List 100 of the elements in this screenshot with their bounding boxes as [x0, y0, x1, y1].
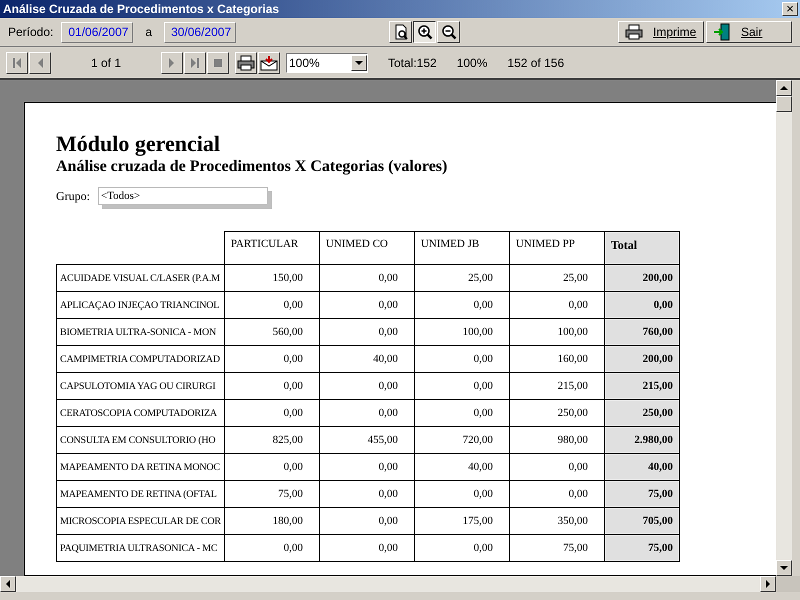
table-cell: 0,00 [319, 534, 414, 562]
printer-icon [237, 54, 255, 70]
procedure-cell: ACUIDADE VISUAL C/LASER (P.A.M [56, 264, 224, 292]
procedure-cell: CERATOSCOPIA COMPUTADORIZA [56, 400, 224, 426]
page-view-button[interactable] [389, 21, 412, 43]
procedure-cell: MAPEAMENTO DE RETINA (OFTAL [56, 480, 224, 508]
table-cell: 760,00 [604, 318, 680, 346]
column-header: UNIMED PP [509, 232, 604, 264]
close-button[interactable]: × [782, 2, 798, 16]
procedure-cell: MICROSCOPIA ESPECULAR DE COR [56, 508, 224, 534]
scroll-left-button[interactable] [0, 576, 16, 592]
report-title: Módulo gerencial [56, 131, 221, 157]
progress-count: 152 of 156 [507, 56, 564, 70]
table-cell: 0,00 [319, 372, 414, 400]
separator-label: a [145, 25, 152, 39]
zoom-in-icon [416, 24, 433, 40]
column-header: UNIMED CO [319, 232, 414, 264]
table-cell: 350,00 [509, 508, 604, 534]
print-button[interactable]: Imprime [618, 21, 704, 43]
stop-icon [213, 58, 223, 68]
left-arrow-icon [6, 580, 10, 588]
table-cell: 2.980,00 [604, 426, 680, 454]
table-cell: 40,00 [414, 454, 510, 480]
period-label: Período: [8, 25, 54, 39]
printer-icon [625, 24, 643, 40]
scroll-thumb[interactable] [776, 96, 792, 112]
table-cell: 720,00 [414, 426, 510, 454]
table-cell: 0,00 [319, 508, 414, 534]
column-header: UNIMED JB [414, 232, 510, 264]
table-cell: 0,00 [224, 400, 320, 426]
table-cell: 455,00 [319, 426, 414, 454]
table-cell: 75,00 [224, 480, 320, 508]
table-cell: 0,00 [604, 292, 680, 318]
table-cell: 100,00 [414, 318, 510, 346]
table-cell: 0,00 [414, 292, 510, 318]
table-cell: 0,00 [224, 534, 320, 562]
table-cell: 175,00 [414, 508, 510, 534]
table-cell: 825,00 [224, 426, 320, 454]
table-cell: 0,00 [319, 264, 414, 292]
procedure-cell: CAMPIMETRIA COMPUTADORIZAD [56, 346, 224, 372]
table-cell: 0,00 [509, 454, 604, 480]
zoom-out-button[interactable] [437, 21, 460, 43]
scrollbar-corner [776, 576, 800, 592]
table-cell: 0,00 [414, 480, 510, 508]
table-cell: 250,00 [604, 400, 680, 426]
scroll-right-button[interactable] [760, 576, 776, 592]
column-header: PARTICULAR [224, 232, 320, 264]
next-icon [168, 56, 176, 68]
date-to-field[interactable]: 30/06/2007 [164, 22, 236, 42]
export-button[interactable] [258, 52, 280, 74]
window-title: Análise Cruzada de Procedimentos x Categorias [3, 2, 280, 16]
envelope-arrow-icon [260, 54, 278, 70]
table-cell: 200,00 [604, 346, 680, 372]
table-cell: 0,00 [319, 454, 414, 480]
table-cell: 215,00 [509, 372, 604, 400]
table-cell: 560,00 [224, 318, 320, 346]
table-cell: 0,00 [509, 292, 604, 318]
table-cell: 0,00 [224, 454, 320, 480]
procedure-cell: PAQUIMETRIA ULTRASONICA - MC [56, 534, 224, 562]
table-cell: 705,00 [604, 508, 680, 534]
zoom-dropdown[interactable]: 100% [286, 52, 368, 72]
zoom-in-button[interactable] [413, 21, 436, 43]
table-cell: 75,00 [604, 480, 680, 508]
table-cell: 40,00 [604, 454, 680, 480]
table-cell: 0,00 [319, 292, 414, 318]
table-cell: 180,00 [224, 508, 320, 534]
table-cell: 0,00 [414, 534, 510, 562]
exit-button[interactable]: Sair [706, 21, 792, 43]
horizontal-scrollbar[interactable] [0, 576, 776, 592]
previous-icon [36, 56, 44, 68]
table-cell: 150,00 [224, 264, 320, 292]
table-cell: 0,00 [224, 346, 320, 372]
up-arrow-icon [780, 86, 788, 90]
table-cell: 0,00 [414, 400, 510, 426]
table-cell: 0,00 [224, 292, 320, 318]
table-cell: 0,00 [319, 480, 414, 508]
table-cell: 160,00 [509, 346, 604, 372]
page-counter: 1 of 1 [90, 56, 122, 70]
right-arrow-icon [766, 580, 770, 588]
scroll-up-button[interactable] [776, 80, 792, 96]
table-cell: 0,00 [414, 346, 510, 372]
procedure-cell: CAPSULOTOMIA YAG OU CIRURGI [56, 372, 224, 400]
group-label: Grupo: [56, 188, 90, 204]
procedure-cell: CONSULTA EM CONSULTORIO (HO [56, 426, 224, 454]
first-page-icon [12, 56, 22, 68]
report-subtitle: Análise cruzada de Procedimentos X Categorias (valores) [56, 157, 448, 177]
date-from-field[interactable]: 01/06/2007 [61, 22, 134, 42]
table-cell: 250,00 [509, 400, 604, 426]
procedure-cell: MAPEAMENTO DA RETINA MONOC [56, 454, 224, 480]
print-button[interactable] [235, 52, 257, 74]
scroll-down-button[interactable] [776, 560, 792, 576]
table-cell: 100,00 [509, 318, 604, 346]
table-cell: 0,00 [414, 372, 510, 400]
page-magnifier-icon [392, 24, 409, 40]
table-cell: 25,00 [414, 264, 510, 292]
table-cell: 0,00 [319, 400, 414, 426]
table-cell: 0,00 [509, 480, 604, 508]
column-header: Total [604, 232, 680, 264]
zoom-out-icon [440, 24, 457, 40]
vertical-scrollbar[interactable] [776, 80, 792, 576]
